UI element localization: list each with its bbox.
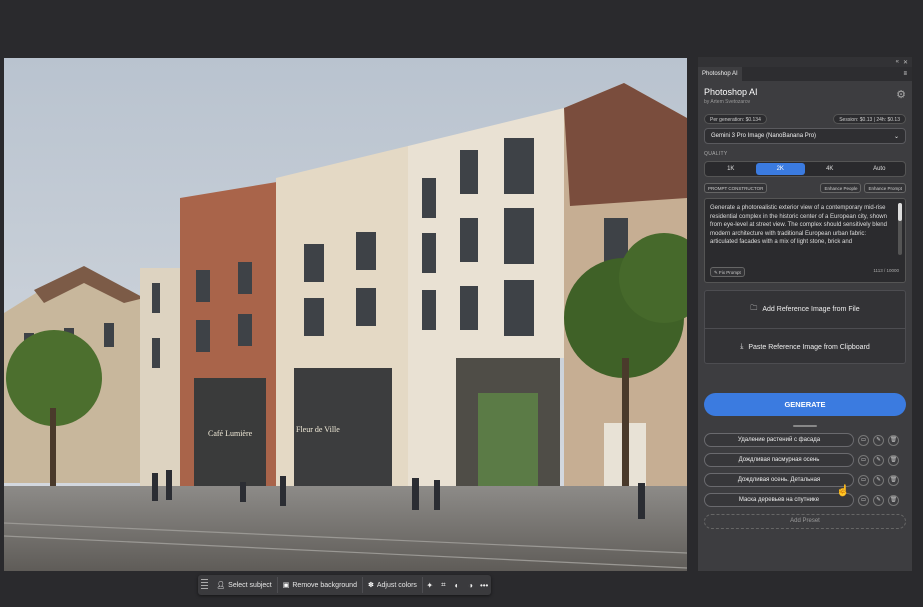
adjust-colors-button[interactable]: ✽ Adjust colors [363, 577, 423, 593]
adjustment-layer-icon[interactable]: ◑ [464, 581, 478, 590]
panel-tab[interactable]: Photoshop AI [698, 67, 742, 81]
character-counter: 1113 / 10000 [873, 267, 899, 273]
session-cost-badge: Session: $0.13 | 24h: $0.13 [833, 114, 906, 124]
preset-row: Дождливая пасмурная осень ▭ ✎ 🗑︎ [704, 453, 906, 467]
app-top-bar [0, 0, 923, 40]
panel-title: Photoshop AI [704, 87, 758, 97]
prompt-textarea[interactable]: Generate a photorealistic exterior view … [704, 198, 906, 283]
folder-icon: 🗀 [750, 305, 758, 312]
fix-prompt-button[interactable]: ✎ Fix Prompt [710, 267, 745, 277]
model-select-value: Gemini 3 Pro Image (NanoBanana Pro) [711, 133, 817, 139]
photoshop-ai-panel: « ✕ Photoshop AI ≡ Photoshop AI by Artem… [697, 56, 913, 572]
crop-icon[interactable]: ⌗ [437, 580, 451, 590]
save-icon[interactable]: ▭ [858, 474, 869, 486]
panel-title-strip: « ✕ [698, 57, 912, 67]
remove-background-button[interactable]: ▣ Remove background [278, 577, 363, 593]
gear-icon[interactable]: ⚙ [896, 88, 906, 101]
reference-image-box: 🗀 Add Reference Image from File ⤓ Paste … [704, 290, 906, 364]
edit-icon[interactable]: ✎ [873, 434, 884, 446]
preset-row: Дождливая осень. Детальная ▭ ✎ 🗑︎ [704, 473, 906, 487]
download-icon: ⤓ [740, 343, 744, 350]
prompt-constructor-button[interactable]: PROMPT CONSTRUCTOR [704, 183, 768, 193]
sparkle-icon[interactable]: ✦ [423, 581, 437, 590]
mask-icon[interactable]: ◐ [450, 581, 464, 590]
remove-background-label: Remove background [292, 581, 357, 589]
quality-segmented-control: 1K 2K 4K Auto [704, 161, 906, 177]
panel-body: Photoshop AI by Artem Svetozarov ⚙ Per g… [698, 81, 912, 533]
select-subject-label: Select subject [228, 581, 272, 589]
quality-option-4k[interactable]: 4K [805, 163, 855, 175]
add-reference-from-file-button[interactable]: 🗀 Add Reference Image from File [705, 291, 905, 328]
drag-handle-icon[interactable] [201, 579, 209, 591]
panel-author: by Artem Svetozarov [704, 99, 751, 105]
close-icon[interactable]: ✕ [903, 59, 908, 66]
edit-icon[interactable]: ✎ [873, 454, 884, 466]
preset-row: Удаление растений с фасада ▭ ✎ 🗑︎ [704, 433, 906, 447]
image-icon: ▣ [282, 582, 290, 589]
preset-button[interactable]: Удаление растений с фасада [704, 433, 854, 447]
florist-sign: Fleur de Ville [296, 425, 340, 434]
hamburger-icon[interactable]: ≡ [903, 71, 907, 77]
section-divider [793, 425, 817, 427]
chevron-down-icon: ⌄ [893, 133, 899, 140]
panel-header: Photoshop AI ≡ [698, 67, 912, 81]
prompt-tools-row: PROMPT CONSTRUCTOR Enhance People Enhanc… [704, 183, 906, 193]
adjust-colors-label: Adjust colors [376, 581, 417, 589]
more-options-icon[interactable]: ••• [477, 581, 491, 590]
generate-button[interactable]: GENERATE [704, 393, 906, 416]
street-photo: Café Lumière Fleur de Ville [4, 58, 687, 571]
preset-button[interactable]: Дождливая пасмурная осень [704, 453, 854, 467]
fix-prompt-label: Fix Prompt [719, 270, 741, 275]
trash-icon[interactable]: 🗑︎ [888, 494, 899, 506]
save-icon[interactable]: ▭ [858, 454, 869, 466]
mouse-cursor-icon: ☝ [836, 485, 850, 497]
model-select[interactable]: Gemini 3 Pro Image (NanoBanana Pro) ⌄ [704, 128, 906, 144]
quality-option-1k[interactable]: 1K [706, 163, 756, 175]
paste-reference-label: Paste Reference Image from Clipboard [748, 343, 870, 351]
enhance-prompt-button[interactable]: Enhance Prompt [864, 183, 906, 193]
paste-reference-from-clipboard-button[interactable]: ⤓ Paste Reference Image from Clipboard [705, 328, 905, 365]
cafe-sign: Café Lumière [208, 429, 253, 438]
palette-icon: ✽ [367, 582, 374, 589]
save-icon[interactable]: ▭ [858, 434, 869, 446]
prompt-text[interactable]: Generate a photorealistic exterior view … [710, 204, 893, 262]
per-generation-badge: Per generation: $0.134 [704, 114, 767, 124]
trash-icon[interactable]: 🗑︎ [888, 474, 899, 486]
quality-option-2k[interactable]: 2K [755, 163, 805, 175]
save-icon[interactable]: ▭ [858, 494, 869, 506]
quality-option-auto[interactable]: Auto [855, 163, 905, 175]
trash-icon[interactable]: 🗑︎ [888, 454, 899, 466]
add-preset-button[interactable]: Add Preset [704, 514, 906, 529]
person-icon: 👤︎ [216, 582, 226, 589]
edit-icon[interactable]: ✎ [873, 474, 884, 486]
preset-button[interactable]: Маска деревьев на спутнике [704, 493, 854, 507]
document-canvas[interactable]: Café Lumière Fleur de Ville [4, 58, 687, 571]
preset-row: Маска деревьев на спутнике ▭ ✎ 🗑︎ [704, 493, 906, 507]
enhance-people-button[interactable]: Enhance People [820, 183, 862, 193]
trash-icon[interactable]: 🗑︎ [888, 434, 899, 446]
prompt-scrollbar[interactable] [898, 203, 902, 255]
select-subject-button[interactable]: 👤︎ Select subject [211, 577, 278, 593]
quality-label: QUALITY [704, 151, 728, 157]
add-reference-from-file-label: Add Reference Image from File [762, 306, 860, 313]
double-chevron-icon[interactable]: « [896, 59, 899, 65]
cost-row: Per generation: $0.134 Session: $0.13 | … [704, 114, 906, 124]
edit-icon[interactable]: ✎ [873, 494, 884, 506]
preset-button[interactable]: Дождливая осень. Детальная [704, 473, 854, 487]
contextual-task-bar: 👤︎ Select subject ▣ Remove background ✽ … [198, 575, 491, 595]
